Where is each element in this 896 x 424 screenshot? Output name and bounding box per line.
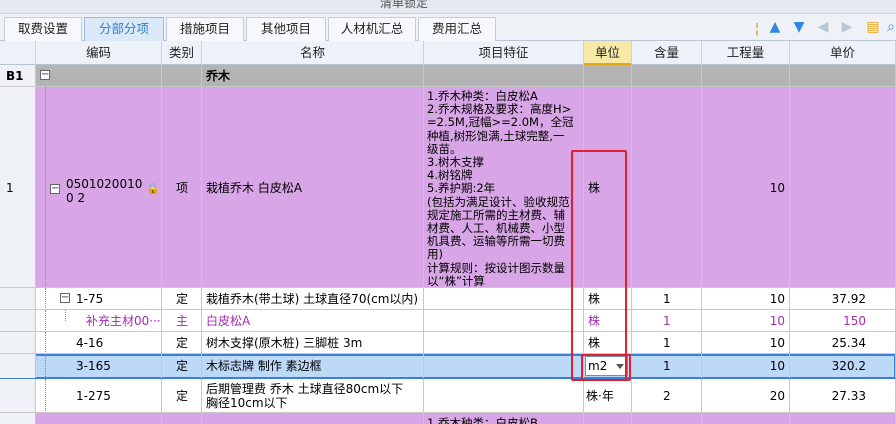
row-content: 1 (663, 359, 671, 373)
table-row[interactable]: B1 − 乔木 (0, 65, 896, 87)
row-quantity: 10 (769, 336, 785, 350)
row-name: 树木支撑(原木桩) 三脚桩 3m (206, 336, 363, 350)
tab-other-items[interactable]: 其他项目 (246, 17, 326, 41)
row-name: 木标志牌 制作 素边框 (206, 359, 322, 373)
collapse-icon[interactable]: − (50, 184, 60, 194)
row-price: 27.33 (831, 389, 866, 403)
row-price: 320.2 (831, 359, 866, 373)
row-quantity: 10 (769, 292, 785, 306)
row-type: 主 (176, 314, 189, 328)
row-name: 栽植乔木(带土球) 土球直径70(cm以内) (206, 292, 419, 306)
collapse-icon[interactable]: − (60, 293, 70, 303)
separator-icon: ¦ (754, 21, 760, 37)
header-code[interactable]: 编码 (36, 41, 162, 65)
tab-labor-material-machine[interactable]: 人材机汇总 (328, 17, 416, 41)
move-up-icon[interactable]: ▲ (766, 18, 784, 36)
header-feature[interactable]: 项目特征 (424, 41, 584, 65)
row-name: 栽植乔木 白皮松A (206, 181, 303, 195)
table-row[interactable]: 补充主材00··· 主 白皮松A 株 1 10 150 (0, 310, 896, 332)
header-quantity[interactable]: 工程量 (702, 41, 790, 65)
row-quantity: 10 (769, 314, 785, 328)
row-type: 项 (176, 181, 189, 195)
table-row[interactable]: 1 − 05010200100 2 🔒 项 栽植乔木 白皮松A 1.乔木种类：白… (0, 87, 896, 288)
header-unit[interactable]: 单位 (584, 41, 632, 65)
row-content: 1 (663, 292, 671, 306)
row-number: 1 (6, 181, 14, 195)
collapse-icon[interactable]: − (40, 70, 50, 80)
row-type: 定 (176, 389, 189, 403)
row-price: 37.92 (831, 292, 866, 306)
tab-fee-settings[interactable]: 取费设置 (4, 17, 82, 41)
highlight-unit-dropdown (581, 354, 631, 381)
row-code: 3-165 (76, 359, 111, 373)
row-name: 白皮松A (206, 314, 251, 328)
header-price[interactable]: 单价 (790, 41, 896, 65)
row-quantity: 10 (769, 181, 785, 195)
row-code: 1-275 (76, 389, 111, 403)
row-price: 150 (843, 314, 866, 328)
row-code: 05010200100 2 (66, 177, 143, 205)
row-name: 乔木 (206, 69, 231, 83)
table-row[interactable]: 1-275 定 后期管理费 乔木 土球直径80cm以下 胸径10cm以下 株·年… (0, 379, 896, 413)
table-row[interactable]: − 1-75 定 栽植乔木(带土球) 土球直径70(cm以内) 株 1 10 3… (0, 288, 896, 310)
table-row[interactable]: 1.乔木种类：白皮松B (0, 413, 896, 424)
row-content: 1 (663, 336, 671, 350)
row-unit: 株·年 (586, 389, 614, 403)
move-right-icon[interactable]: ▶ (838, 18, 856, 36)
row-content: 2 (663, 389, 671, 403)
row-type: 定 (176, 359, 189, 373)
row-price: 25.34 (831, 336, 866, 350)
row-content: 1 (663, 314, 671, 328)
table-row[interactable]: 4-16 定 树木支撑(原木桩) 三脚桩 3m 株 1 10 25.34 (0, 332, 896, 354)
header-type[interactable]: 类别 (162, 41, 202, 65)
row-type: 定 (176, 336, 189, 350)
row-number: B1 (6, 69, 24, 83)
row-code: 4-16 (76, 336, 104, 350)
header-row-number (0, 41, 36, 65)
row-code: 1-75 (76, 292, 104, 306)
table-row-selected[interactable]: 3-165 定 木标志牌 制作 素边框 m2 1 10 320.2 (0, 354, 896, 379)
move-down-icon[interactable]: ▼ (790, 18, 808, 36)
settings-icon[interactable]: ▤ (864, 18, 882, 36)
tab-measure-items[interactable]: 措施项目 (166, 17, 244, 41)
header-name[interactable]: 名称 (202, 41, 424, 65)
highlight-unit-column (571, 150, 627, 381)
lock-icon: 🔒 (146, 182, 160, 195)
app-window: { "window":{"title":"清单锁定"}, "tabs":["取费… (0, 0, 896, 424)
row-feature: 1.乔木种类：白皮松B (427, 416, 538, 424)
tab-fee-summary[interactable]: 费用汇总 (418, 17, 496, 41)
table-header: 编码 类别 名称 项目特征 单位 含量 工程量 单价 (0, 41, 896, 65)
row-feature: 1.乔木种类：白皮松A 2.乔木规格及要求：高度H>=2.5M,冠幅>=2.0M… (427, 89, 574, 288)
search-icon[interactable]: ⌕ (882, 18, 896, 36)
header-content[interactable]: 含量 (632, 41, 702, 65)
window-title: 清单锁定 (380, 0, 429, 10)
move-left-icon[interactable]: ◀ (814, 18, 832, 36)
row-quantity: 20 (769, 389, 785, 403)
row-type: 定 (176, 292, 189, 306)
item-table: 编码 类别 名称 项目特征 单位 含量 工程量 单价 B1 − 乔木 1 − 0… (0, 41, 896, 424)
row-quantity: 10 (769, 359, 785, 373)
tab-division-items[interactable]: 分部分项 (84, 17, 164, 41)
row-code: 补充主材00··· (86, 314, 161, 328)
title-bar: 清单锁定 (0, 0, 896, 14)
row-name: 后期管理费 乔木 土球直径80cm以下 胸径10cm以下 (206, 382, 404, 410)
